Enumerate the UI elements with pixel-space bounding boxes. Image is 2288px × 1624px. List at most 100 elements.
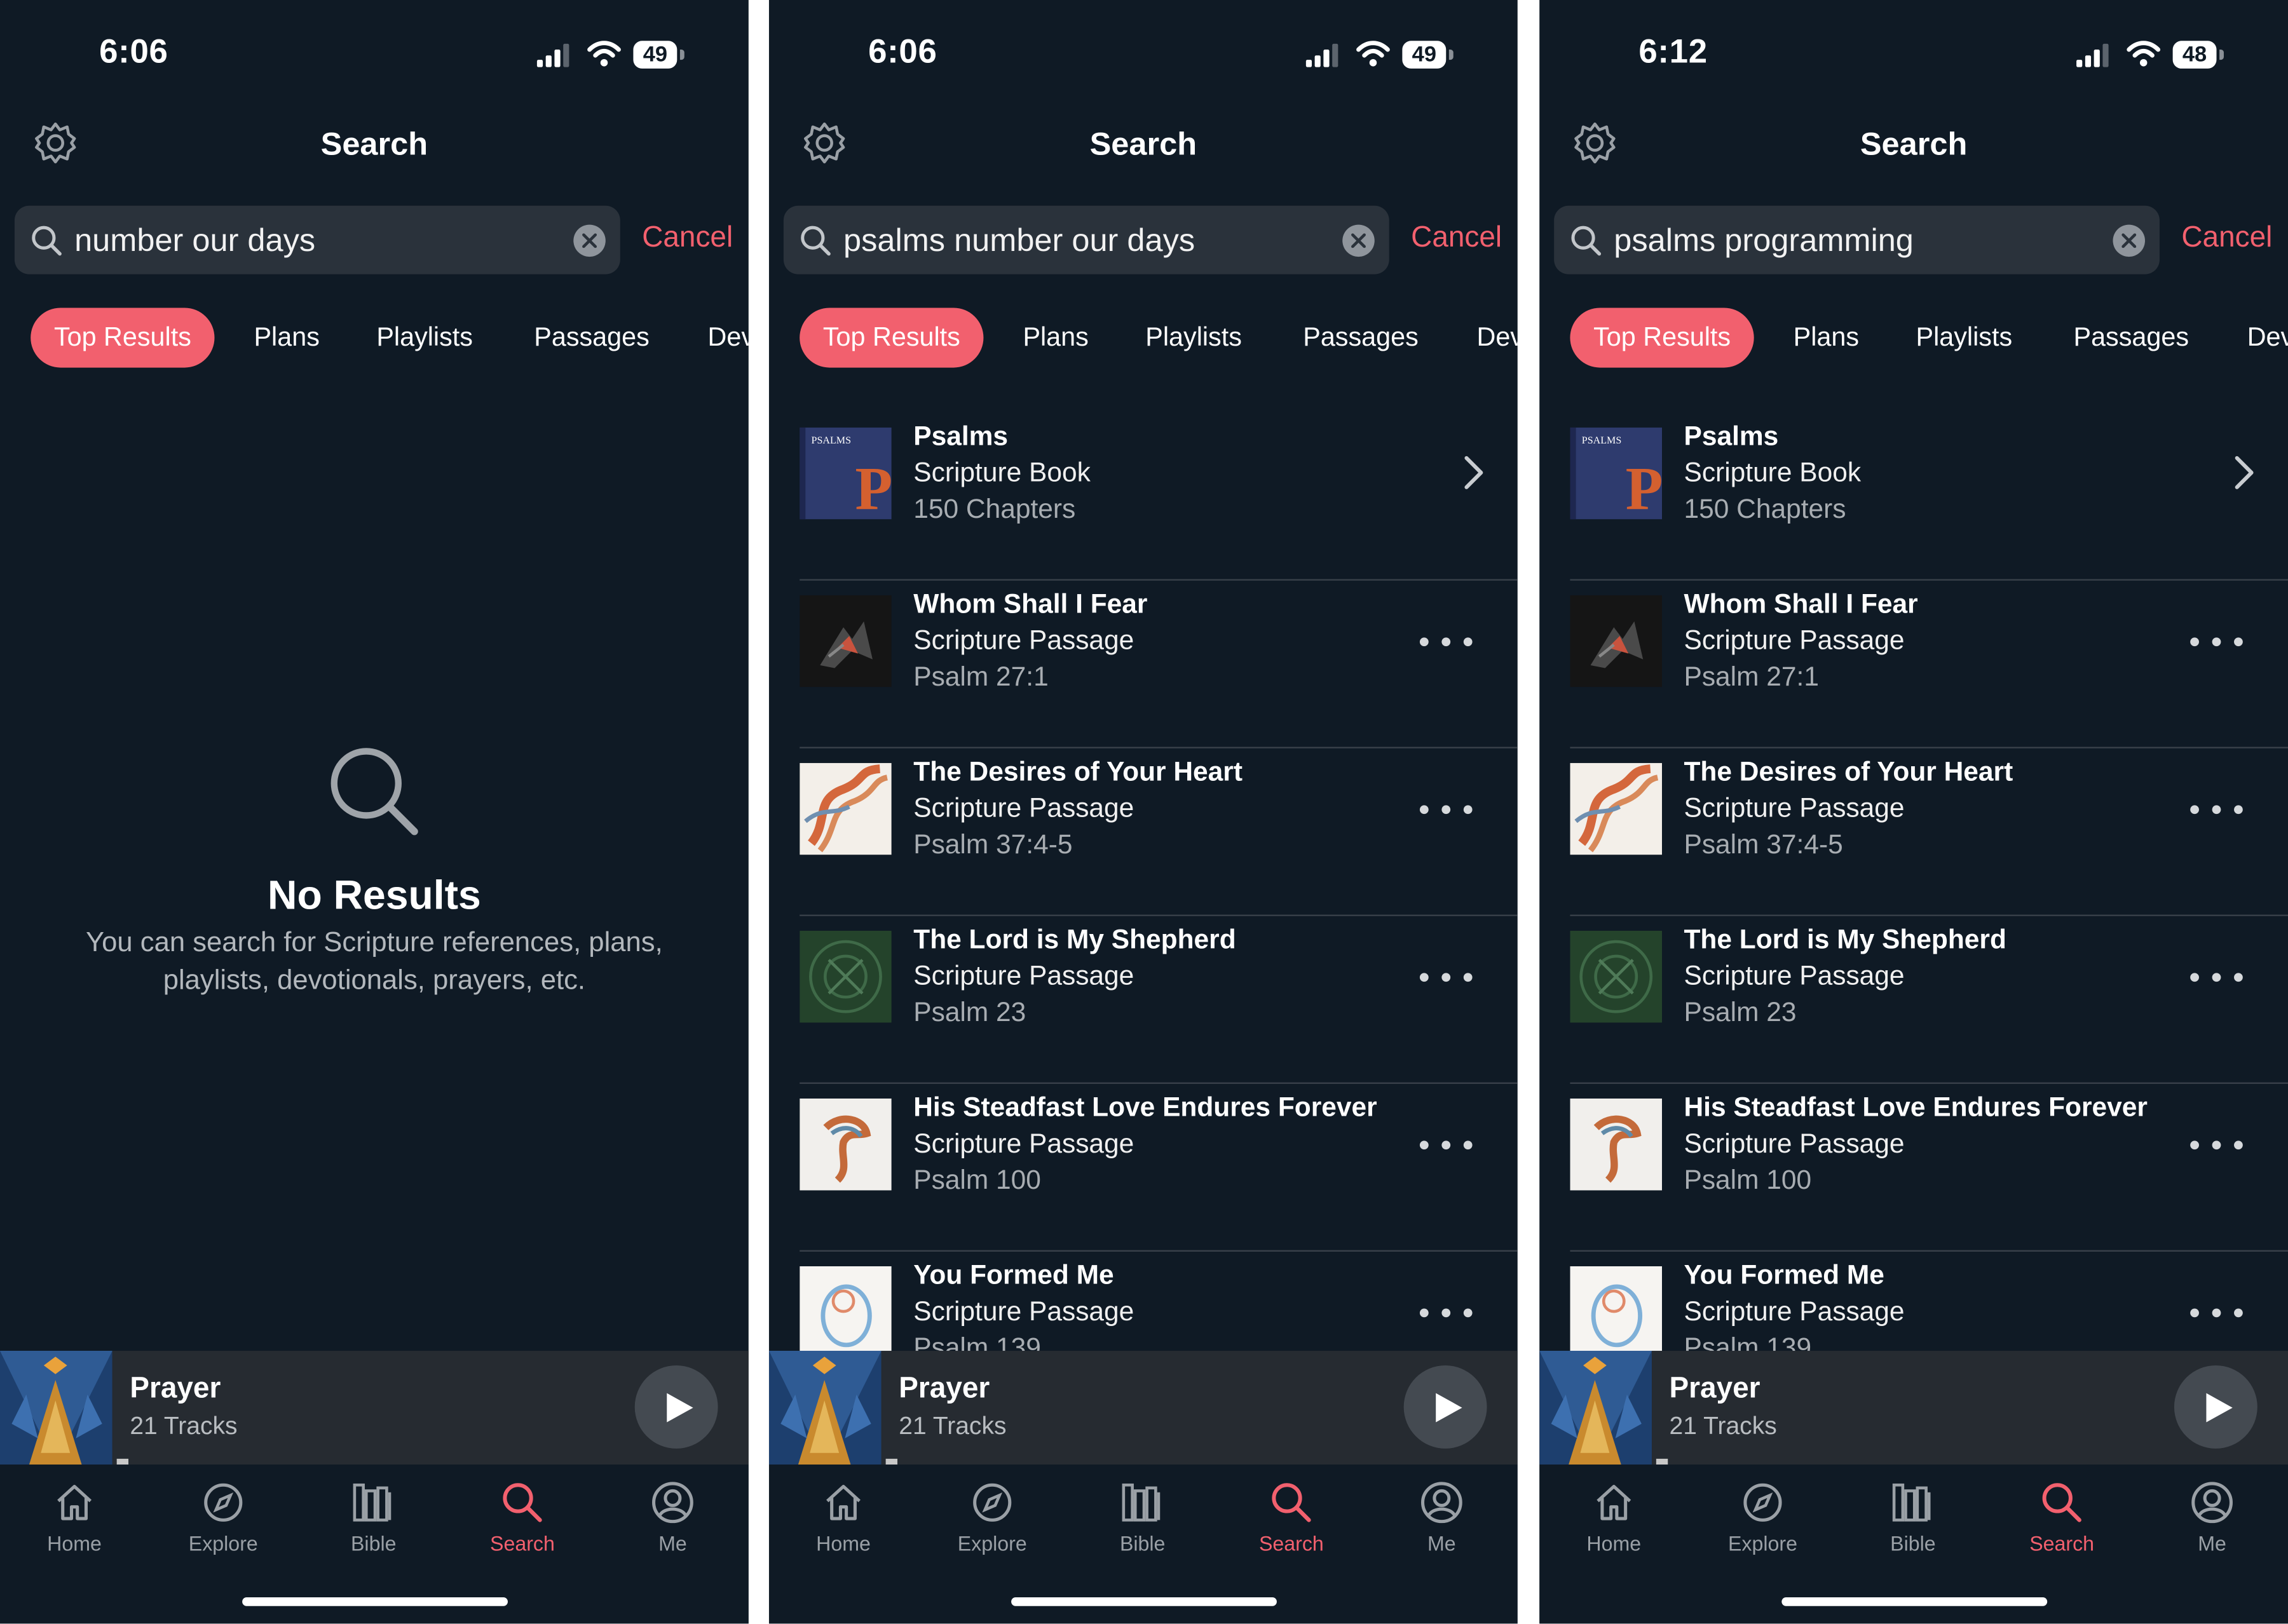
result-row[interactable]: PSALMS P Psalms Scripture Book 150 Chapters bbox=[769, 413, 1518, 581]
search-input[interactable]: psalms number our days bbox=[843, 222, 1195, 260]
bible-books-icon bbox=[1890, 1479, 1936, 1526]
search-input[interactable]: psalms programming bbox=[1614, 222, 1914, 260]
search-icon bbox=[2038, 1479, 2085, 1526]
svg-text:PSALMS: PSALMS bbox=[812, 435, 852, 446]
play-icon[interactable] bbox=[2174, 1365, 2257, 1449]
playback-progress bbox=[116, 1458, 129, 1465]
magnifier-icon bbox=[801, 226, 831, 256]
status-time: 6:06 bbox=[868, 32, 937, 71]
more-dots-icon[interactable] bbox=[2190, 967, 2243, 987]
now-playing-bar[interactable]: Prayer 21 Tracks bbox=[0, 1351, 749, 1465]
battery-tip bbox=[679, 50, 684, 60]
empty-state-description: You can search for Scripture references,… bbox=[86, 928, 663, 997]
play-icon[interactable] bbox=[1403, 1365, 1487, 1449]
cellular-signal-icon bbox=[2076, 43, 2111, 67]
chevron-right-icon[interactable] bbox=[2234, 455, 2254, 490]
result-artwork: PSALMS P bbox=[1570, 427, 1663, 520]
phone-screen: 6:12 48 Search psalms programming Cancel Top … bbox=[1539, 0, 2288, 1624]
tab-top-results[interactable]: Top Results bbox=[31, 308, 215, 368]
status-time: 6:12 bbox=[1638, 32, 1708, 71]
more-dots-icon[interactable] bbox=[2190, 1303, 2243, 1323]
result-type: Scripture Book bbox=[1684, 456, 1862, 487]
page-title: Search bbox=[1860, 125, 1968, 162]
nav-label: Explore bbox=[957, 1531, 1027, 1555]
tab-dev[interactable]: Dev bbox=[2247, 308, 2288, 367]
result-artwork: PSALMS P bbox=[800, 427, 892, 520]
result-title: The Desires of Your Heart bbox=[1684, 755, 2013, 787]
result-row[interactable]: Whom Shall I Fear Scripture Passage Psalm … bbox=[769, 581, 1518, 748]
more-dots-icon[interactable] bbox=[1419, 1303, 1473, 1323]
tab-passages[interactable]: Passages bbox=[534, 308, 650, 367]
result-title: Whom Shall I Fear bbox=[1684, 588, 1918, 619]
tab-playlists[interactable]: Playlists bbox=[376, 308, 473, 367]
result-artwork bbox=[1570, 595, 1663, 687]
result-title: The Lord is My Shepherd bbox=[1684, 923, 2006, 954]
tab-plans[interactable]: Plans bbox=[1794, 308, 1859, 367]
result-title: Whom Shall I Fear bbox=[913, 588, 1148, 619]
tab-playlists[interactable]: Playlists bbox=[1916, 308, 2013, 367]
more-dots-icon[interactable] bbox=[1419, 967, 1473, 987]
player-subtitle: 21 Tracks bbox=[130, 1412, 238, 1440]
tab-plans[interactable]: Plans bbox=[1023, 308, 1088, 367]
player-artwork bbox=[768, 1351, 882, 1465]
tab-top-results[interactable]: Top Results bbox=[1570, 308, 1754, 368]
tab-dev[interactable]: Dev bbox=[708, 308, 749, 367]
result-reference: Psalm 100 bbox=[1684, 1164, 1812, 1195]
clear-x-icon[interactable] bbox=[573, 224, 606, 257]
cancel-button[interactable]: Cancel bbox=[642, 222, 733, 255]
now-playing-bar[interactable]: Prayer 21 Tracks bbox=[1539, 1351, 2288, 1465]
result-artwork bbox=[1570, 1098, 1663, 1191]
result-row[interactable]: His Steadfast Love Endures Forever Script… bbox=[769, 1084, 1518, 1252]
result-row[interactable]: The Desires of Your Heart Scripture Passa… bbox=[769, 748, 1518, 916]
tab-top-results[interactable]: Top Results bbox=[800, 308, 984, 368]
more-dots-icon[interactable] bbox=[1419, 632, 1473, 652]
result-title: The Lord is My Shepherd bbox=[913, 923, 1236, 954]
result-row[interactable]: The Desires of Your Heart Scripture Passa… bbox=[1539, 748, 2288, 916]
player-artwork bbox=[0, 1351, 112, 1465]
result-reference: Psalm 37:4-5 bbox=[913, 829, 1073, 860]
search-input[interactable]: number our days bbox=[74, 222, 315, 260]
now-playing-bar[interactable]: Prayer 21 Tracks bbox=[768, 1351, 1518, 1465]
no-results-search-icon bbox=[330, 748, 418, 836]
home-icon bbox=[1591, 1479, 1637, 1526]
home-icon bbox=[820, 1479, 866, 1526]
play-icon[interactable] bbox=[634, 1365, 718, 1449]
tab-plans[interactable]: Plans bbox=[254, 308, 319, 367]
more-dots-icon[interactable] bbox=[2190, 1135, 2243, 1155]
nav-label: Bible bbox=[1890, 1531, 1936, 1555]
player-title: Prayer bbox=[899, 1372, 990, 1405]
cancel-button[interactable]: Cancel bbox=[1411, 222, 1502, 255]
more-dots-icon[interactable] bbox=[2190, 632, 2243, 652]
cancel-button[interactable]: Cancel bbox=[2181, 222, 2272, 255]
nav-label: Search bbox=[489, 1531, 555, 1555]
clear-x-icon[interactable] bbox=[2113, 224, 2146, 257]
result-title: His Steadfast Love Endures Forever bbox=[1684, 1091, 2148, 1122]
result-type: Scripture Passage bbox=[913, 1295, 1134, 1326]
wifi-icon bbox=[587, 41, 621, 67]
result-artwork bbox=[800, 762, 892, 855]
chevron-right-icon[interactable] bbox=[1464, 455, 1484, 490]
result-artwork bbox=[1570, 930, 1663, 1023]
tab-dev[interactable]: Dev bbox=[1476, 308, 1517, 367]
result-artwork bbox=[800, 595, 892, 687]
nav-label: Bible bbox=[350, 1531, 397, 1555]
result-row[interactable]: The Lord is My Shepherd Scripture Passage… bbox=[769, 916, 1518, 1084]
search-field[interactable]: psalms programming bbox=[1554, 205, 2160, 274]
result-type: Scripture Passage bbox=[1684, 1127, 1905, 1158]
result-row[interactable]: His Steadfast Love Endures Forever Script… bbox=[1539, 1084, 2288, 1252]
search-field[interactable]: number our days bbox=[14, 205, 620, 274]
more-dots-icon[interactable] bbox=[1419, 799, 1473, 820]
player-subtitle: 21 Tracks bbox=[899, 1412, 1007, 1440]
more-dots-icon[interactable] bbox=[2190, 799, 2243, 820]
result-type: Scripture Passage bbox=[913, 792, 1134, 823]
result-title: Psalms bbox=[1684, 420, 1779, 451]
tab-passages[interactable]: Passages bbox=[1303, 308, 1419, 367]
result-row[interactable]: Whom Shall I Fear Scripture Passage Psalm … bbox=[1539, 581, 2288, 748]
clear-x-icon[interactable] bbox=[1342, 224, 1375, 257]
result-row[interactable]: PSALMS P Psalms Scripture Book 150 Chapters bbox=[1539, 413, 2288, 581]
more-dots-icon[interactable] bbox=[1419, 1135, 1473, 1155]
result-row[interactable]: The Lord is My Shepherd Scripture Passage… bbox=[1539, 916, 2288, 1084]
tab-passages[interactable]: Passages bbox=[2074, 308, 2189, 367]
search-field[interactable]: psalms number our days bbox=[783, 205, 1389, 274]
tab-playlists[interactable]: Playlists bbox=[1145, 308, 1242, 367]
